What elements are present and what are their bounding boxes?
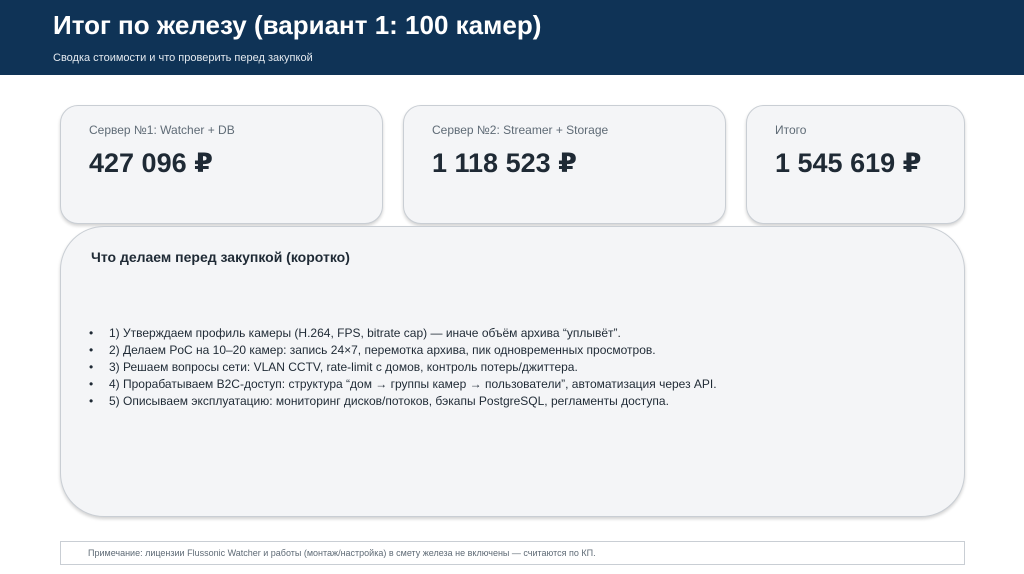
- header-bar: Итог по железу (вариант 1: 100 камер) Св…: [0, 0, 1024, 75]
- bullet-icon: •: [89, 394, 94, 408]
- list-item-text: 5) Описываем эксплуатацию: мониторинг ди…: [109, 394, 669, 408]
- page-subtitle: Сводка стоимости и что проверить перед з…: [53, 52, 313, 64]
- bullet-icon: •: [89, 377, 94, 391]
- card-value: 427 096 ₽: [89, 148, 213, 178]
- list-item-text: 2) Делаем PoC на 10–20 камер: запись 24×…: [109, 343, 656, 357]
- footnote-text: Примечание: лицензии Flussonic Watcher и…: [88, 548, 596, 558]
- summary-card-total: Итого 1 545 619 ₽: [746, 105, 965, 224]
- card-value: 1 118 523 ₽: [432, 148, 577, 178]
- footnote-box: Примечание: лицензии Flussonic Watcher и…: [60, 541, 965, 565]
- summary-card-server-2: Сервер №2: Streamer + Storage 1 118 523 …: [403, 105, 726, 224]
- list-item: • 1) Утверждаем профиль камеры (H.264, FP…: [89, 325, 717, 342]
- checklist-panel: Что делаем перед закупкой (коротко) • 1) …: [60, 226, 965, 517]
- panel-title: Что делаем перед закупкой (коротко): [91, 249, 350, 265]
- summary-card-server-1: Сервер №1: Watcher + DB 427 096 ₽: [60, 105, 383, 224]
- bullet-icon: •: [89, 343, 94, 357]
- card-label: Сервер №2: Streamer + Storage: [432, 123, 609, 137]
- checklist: • 1) Утверждаем профиль камеры (H.264, FP…: [89, 325, 717, 410]
- card-value: 1 545 619 ₽: [775, 148, 922, 178]
- list-item-text: 4) Прорабатываем B2C-доступ: структура “…: [109, 377, 717, 391]
- bullet-icon: •: [89, 360, 94, 374]
- bullet-icon: •: [89, 326, 94, 340]
- card-label: Сервер №1: Watcher + DB: [89, 123, 235, 137]
- list-item-text: 1) Утверждаем профиль камеры (H.264, FPS…: [109, 326, 621, 340]
- page-title: Итог по железу (вариант 1: 100 камер): [53, 10, 542, 40]
- card-label: Итого: [775, 123, 807, 137]
- list-item: • 5) Описываем эксплуатацию: мониторинг д…: [89, 393, 717, 410]
- list-item-text: 3) Решаем вопросы сети: VLAN CCTV, rate-…: [109, 360, 578, 374]
- list-item: • 3) Решаем вопросы сети: VLAN CCTV, rate…: [89, 359, 717, 376]
- list-item: • 2) Делаем PoC на 10–20 камер: запись 24…: [89, 342, 717, 359]
- list-item: • 4) Прорабатываем B2C-доступ: структура …: [89, 376, 717, 393]
